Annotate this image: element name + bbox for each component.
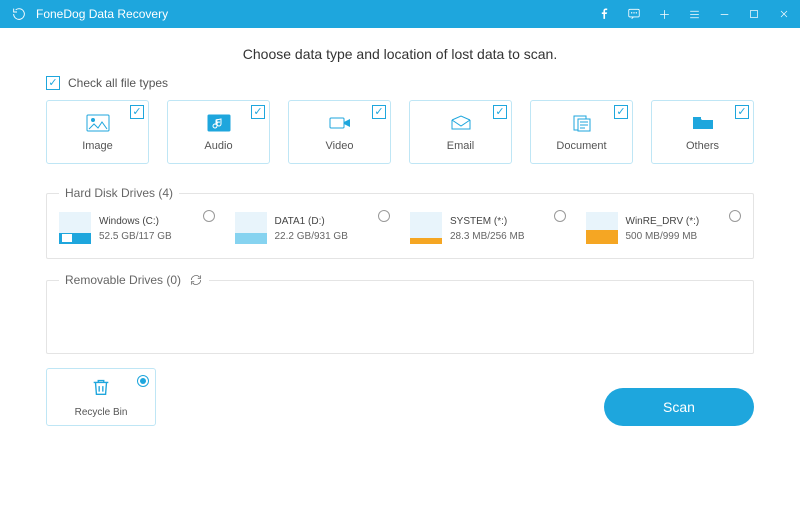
drive-radio[interactable]	[554, 210, 566, 222]
drive-radio[interactable]	[729, 210, 741, 222]
drive-name: WinRE_DRV (*:)	[626, 214, 700, 229]
recycle-bin-card[interactable]: Recycle Bin	[46, 368, 156, 426]
document-icon	[569, 112, 595, 134]
app-title: FoneDog Data Recovery	[36, 7, 596, 21]
type-label: Image	[82, 140, 113, 152]
image-icon	[85, 112, 111, 134]
audio-icon	[206, 112, 232, 134]
drive-icon	[235, 212, 267, 244]
check-all-row[interactable]: Check all file types	[46, 76, 754, 90]
type-checkbox[interactable]	[614, 105, 628, 119]
drive-item[interactable]: WinRE_DRV (*:)500 MB/999 MB	[586, 212, 742, 244]
type-card-audio[interactable]: Audio	[167, 100, 270, 164]
add-icon[interactable]	[656, 6, 672, 22]
maximize-icon[interactable]	[746, 6, 762, 22]
drive-item[interactable]: Windows (C:)52.5 GB/117 GB	[59, 212, 215, 244]
drive-radio[interactable]	[203, 210, 215, 222]
recycle-radio[interactable]	[137, 375, 149, 387]
file-type-grid: Image Audio Video Email Document Others	[46, 100, 754, 164]
type-card-video[interactable]: Video	[288, 100, 391, 164]
email-icon	[448, 112, 474, 134]
drive-size: 52.5 GB/117 GB	[99, 229, 172, 244]
removable-group: Removable Drives (0)	[46, 273, 754, 354]
type-checkbox[interactable]	[493, 105, 507, 119]
type-card-email[interactable]: Email	[409, 100, 512, 164]
page-heading: Choose data type and location of lost da…	[46, 46, 754, 62]
folder-icon	[690, 112, 716, 134]
drive-size: 22.2 GB/931 GB	[275, 229, 348, 244]
drive-radio[interactable]	[378, 210, 390, 222]
drive-icon	[586, 212, 618, 244]
type-label: Others	[686, 140, 719, 152]
recycle-label: Recycle Bin	[75, 407, 128, 418]
type-label: Document	[556, 140, 606, 152]
hard-disk-legend: Hard Disk Drives (4)	[59, 186, 179, 200]
drive-item[interactable]: SYSTEM (*:)28.3 MB/256 MB	[410, 212, 566, 244]
drive-name: DATA1 (D:)	[275, 214, 348, 229]
close-icon[interactable]	[776, 6, 792, 22]
facebook-icon[interactable]	[596, 6, 612, 22]
type-label: Email	[447, 140, 475, 152]
drive-name: Windows (C:)	[99, 214, 172, 229]
trash-icon	[90, 376, 112, 403]
drive-name: SYSTEM (*:)	[450, 214, 524, 229]
drive-icon	[410, 212, 442, 244]
type-checkbox[interactable]	[251, 105, 265, 119]
drive-icon	[59, 212, 91, 244]
type-card-others[interactable]: Others	[651, 100, 754, 164]
type-card-image[interactable]: Image	[46, 100, 149, 164]
type-checkbox[interactable]	[130, 105, 144, 119]
type-card-document[interactable]: Document	[530, 100, 633, 164]
type-label: Audio	[204, 140, 232, 152]
type-label: Video	[326, 140, 354, 152]
check-all-label: Check all file types	[68, 76, 168, 90]
minimize-icon[interactable]	[716, 6, 732, 22]
menu-icon[interactable]	[686, 6, 702, 22]
type-checkbox[interactable]	[372, 105, 386, 119]
drive-size: 28.3 MB/256 MB	[450, 229, 524, 244]
hard-disk-group: Hard Disk Drives (4) Windows (C:)52.5 GB…	[46, 186, 754, 259]
titlebar: FoneDog Data Recovery	[0, 0, 800, 28]
removable-empty	[59, 299, 741, 339]
refresh-icon[interactable]	[189, 273, 203, 287]
feedback-icon[interactable]	[626, 6, 642, 22]
check-all-checkbox[interactable]	[46, 76, 60, 90]
app-logo-icon	[10, 5, 28, 23]
type-checkbox[interactable]	[735, 105, 749, 119]
scan-button[interactable]: Scan	[604, 388, 754, 426]
drive-size: 500 MB/999 MB	[626, 229, 700, 244]
removable-legend: Removable Drives (0)	[65, 273, 181, 287]
video-icon	[327, 112, 353, 134]
drive-item[interactable]: DATA1 (D:)22.2 GB/931 GB	[235, 212, 391, 244]
